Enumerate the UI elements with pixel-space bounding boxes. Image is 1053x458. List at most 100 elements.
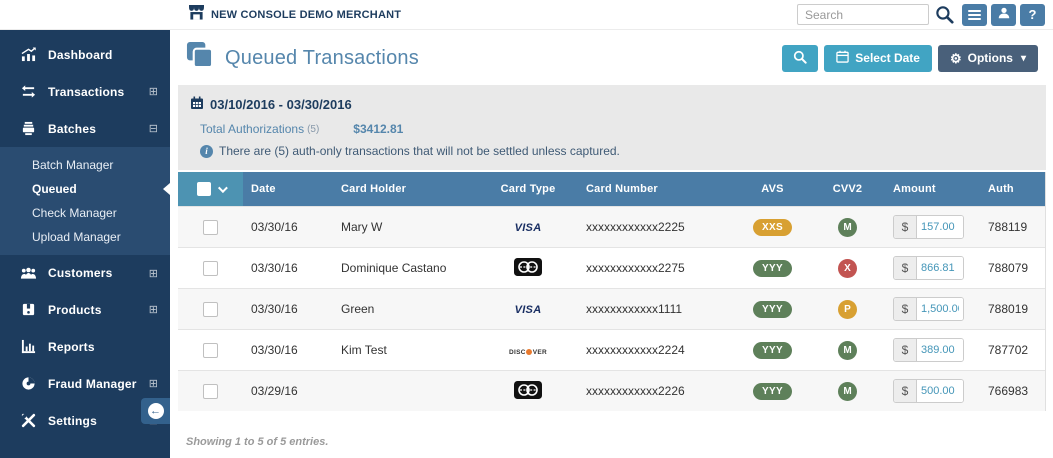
row-card-type	[478, 370, 578, 411]
row-amount-cell: $	[885, 206, 980, 248]
sidebar-collapse-button[interactable]: ←	[141, 398, 170, 424]
table-row: 03/30/16Mary W VISA xxxxxxxxxxxx2225 XXS M $7…	[178, 206, 1045, 248]
row-amount-cell: $	[885, 329, 980, 371]
avs-badge: YYY	[753, 341, 792, 359]
table-header-row: Date Card Holder Card Type Card Number AVS CV…	[178, 172, 1045, 207]
help-button[interactable]: ?	[1020, 3, 1045, 26]
visa-logo: VISA	[514, 304, 542, 316]
row-checkbox[interactable]	[203, 383, 218, 399]
select-all-checkbox[interactable]	[196, 182, 211, 196]
row-auth-code: 787702	[980, 329, 1045, 371]
storefront-icon	[188, 4, 205, 25]
currency-symbol: $	[894, 339, 917, 361]
cvv2-badge: M	[838, 340, 857, 360]
expand-plus-icon[interactable]: ⊞	[149, 377, 158, 390]
summary-banner: 03/10/2016 - 03/30/2016 Total Authorizat…	[178, 85, 1046, 170]
avs-badge: XXS	[753, 218, 792, 236]
cvv2-badge: M	[838, 381, 857, 401]
row-avs-cell: YYY	[735, 288, 810, 330]
table-row: 03/30/16 Kim Test DISC VER xxxxxxxxxxxx2224 Y…	[178, 329, 1045, 371]
sidebar-subitem-upload-manager[interactable]: Upload Manager	[0, 225, 170, 249]
sidebar-item-reports[interactable]: Reports	[0, 328, 170, 365]
search-input[interactable]	[797, 4, 929, 25]
row-select-cell	[178, 329, 243, 371]
expand-plus-icon[interactable]: ⊞	[149, 85, 158, 98]
main-content: Queued Transactions Select Date ⚙ Option…	[170, 30, 1053, 458]
calendar-icon	[190, 96, 204, 113]
row-checkbox[interactable]	[203, 219, 218, 235]
expand-plus-icon[interactable]: ⊞	[149, 267, 158, 280]
amount-input-group: $	[893, 256, 964, 280]
row-date: 03/30/16	[243, 247, 333, 289]
sidebar-subitem-batch-manager[interactable]: Batch Manager	[0, 153, 170, 177]
collapse-arrow-icon: ←	[147, 403, 164, 419]
account-button[interactable]	[991, 3, 1016, 26]
sidebar-nav: Dashboard Transactions ⊞ Batches ⊟ Batch Mana…	[0, 36, 170, 439]
chevron-down-icon: ▾	[1020, 52, 1026, 64]
table-search-button[interactable]	[782, 44, 819, 72]
column-header-date[interactable]: Date	[243, 172, 333, 207]
mastercard-logo	[513, 257, 543, 280]
column-header-amount[interactable]: Amount	[885, 172, 980, 207]
menu-button[interactable]	[962, 3, 987, 26]
amount-input[interactable]	[917, 339, 963, 361]
row-card-type: DISC VER	[478, 329, 578, 371]
row-card-holder	[333, 370, 478, 411]
column-header-card-type[interactable]: Card Type	[478, 172, 578, 207]
options-button[interactable]: ⚙ Options ▾	[937, 44, 1038, 72]
sidebar-item-label: Settings	[48, 413, 97, 428]
amount-input[interactable]	[917, 257, 963, 279]
sidebar-subitem-check-manager[interactable]: Check Manager	[0, 201, 170, 225]
column-header-cvv2[interactable]: CVV2	[810, 172, 885, 207]
currency-symbol: $	[894, 298, 917, 320]
sidebar-item-label: Fraud Manager	[48, 376, 137, 391]
sidebar-subitem-queued[interactable]: Queued	[0, 177, 170, 201]
sidebar-item-batches[interactable]: Batches ⊟	[0, 110, 170, 147]
total-authorizations-count: (5)	[307, 123, 320, 135]
select-date-button[interactable]: Select Date	[824, 44, 932, 72]
row-cvv2-cell: M	[810, 329, 885, 371]
sidebar-item-transactions[interactable]: Transactions ⊞	[0, 73, 170, 110]
row-checkbox[interactable]	[203, 301, 218, 317]
sidebar-item-customers[interactable]: Customers ⊞	[0, 255, 170, 291]
column-header-card-holder[interactable]: Card Holder	[333, 172, 478, 207]
row-select-cell	[178, 247, 243, 289]
amount-input[interactable]	[917, 216, 963, 238]
row-card-type: VISA	[478, 288, 578, 330]
amount-input[interactable]	[917, 380, 963, 402]
column-header-avs[interactable]: AVS	[735, 172, 810, 207]
sidebar-item-label: Transactions	[48, 84, 125, 99]
row-auth-code: 788119	[980, 206, 1045, 248]
row-cvv2-cell: X	[810, 247, 885, 289]
column-header-card-number[interactable]: Card Number	[578, 172, 735, 207]
sidebar-item-dashboard[interactable]: Dashboard	[0, 36, 170, 73]
row-avs-cell: YYY	[735, 329, 810, 371]
row-card-holder: Green	[333, 288, 478, 330]
sidebar-item-products[interactable]: Products ⊞	[0, 291, 170, 328]
row-cvv2-cell: M	[810, 370, 885, 411]
options-label: Options	[967, 51, 1013, 65]
row-avs-cell: XXS	[735, 206, 810, 248]
row-card-holder: Kim Test	[333, 329, 478, 371]
batch-stack-icon	[18, 121, 38, 136]
bulk-actions-chevron-icon[interactable]	[217, 182, 228, 193]
amount-input-group: $	[893, 379, 964, 403]
sidebar-item-fraud-manager[interactable]: Fraud Manager ⊞	[0, 365, 170, 402]
sidebar-item-label: Customers	[48, 266, 113, 280]
row-checkbox[interactable]	[203, 260, 218, 276]
expand-minus-icon[interactable]: ⊟	[149, 122, 158, 135]
row-date: 03/29/16	[243, 370, 333, 411]
amount-input-group: $	[893, 297, 964, 321]
search-icon[interactable]	[935, 5, 954, 24]
settings-icon	[18, 413, 38, 428]
row-select-cell	[178, 206, 243, 248]
row-checkbox[interactable]	[203, 342, 218, 358]
column-header-auth[interactable]: Auth	[980, 172, 1045, 207]
expand-plus-icon[interactable]: ⊞	[149, 303, 158, 316]
row-amount-cell: $	[885, 370, 980, 411]
fraud-icon	[18, 376, 38, 391]
row-card-holder: Mary W	[333, 206, 478, 248]
amount-input[interactable]	[917, 298, 963, 320]
user-icon	[997, 6, 1011, 23]
topbar: NEW CONSOLE DEMO MERCHANT ?	[0, 0, 1053, 30]
